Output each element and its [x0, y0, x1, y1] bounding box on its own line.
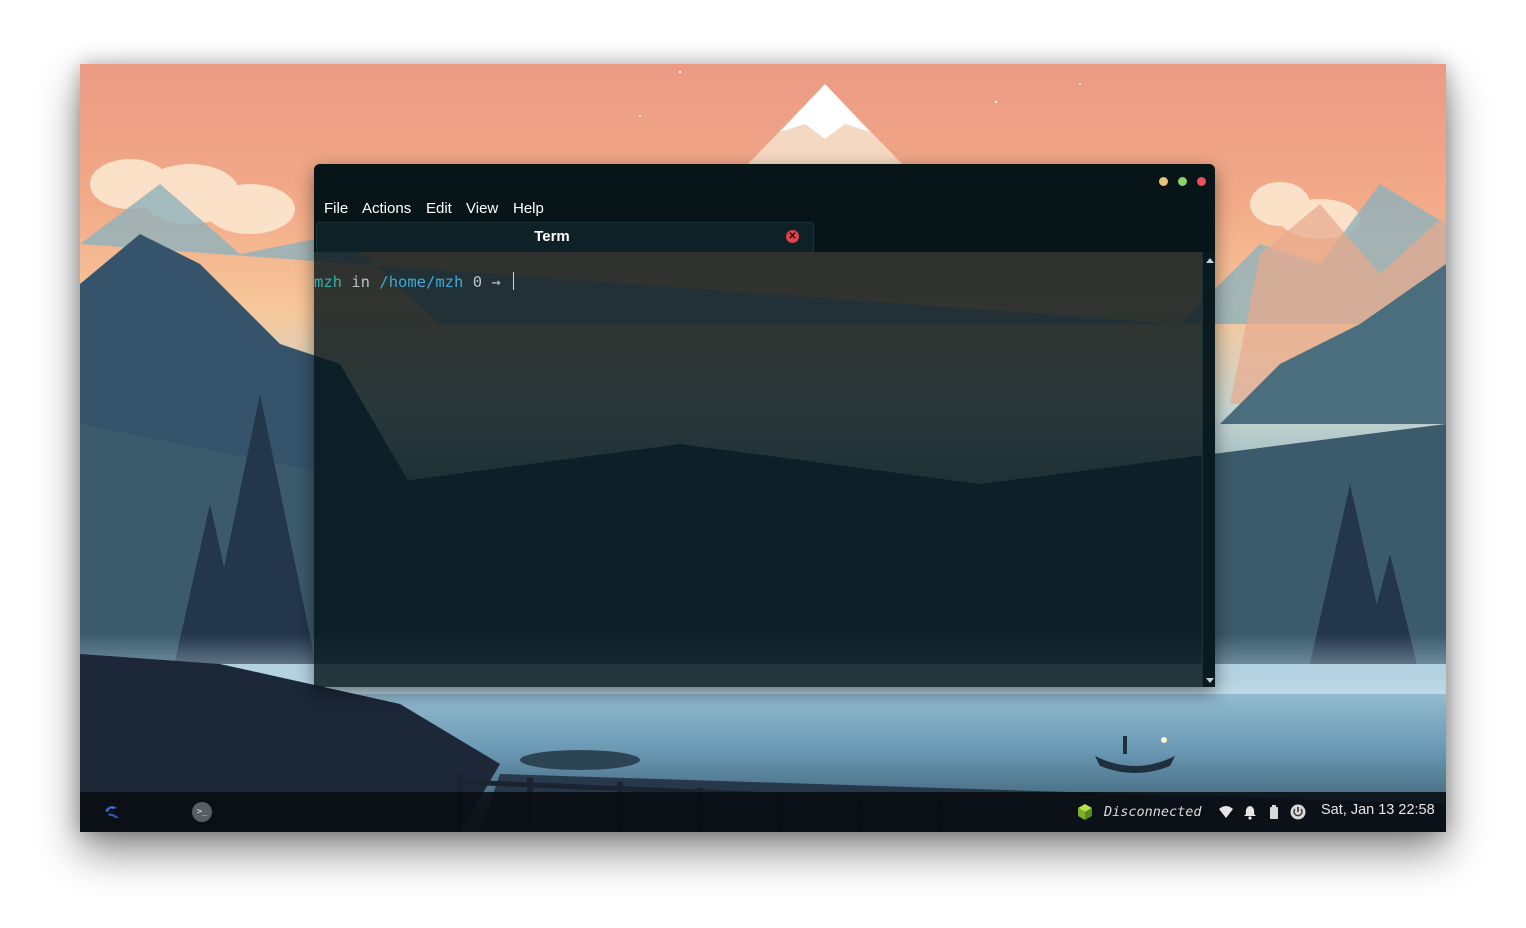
tab-term[interactable]: Term ✕ — [316, 222, 814, 252]
menu-help[interactable]: Help — [513, 200, 544, 217]
desktop-screen: File Actions Edit View Help Term ✕ mzh i… — [80, 64, 1446, 832]
terminal-scrollbar[interactable] — [1202, 252, 1215, 687]
minimize-button[interactable] — [1159, 177, 1168, 186]
prompt-in: in — [351, 273, 371, 291]
app-launcher-icon[interactable] — [102, 802, 122, 822]
menu-view[interactable]: View — [466, 200, 498, 217]
terminal-window: File Actions Edit View Help Term ✕ mzh i… — [314, 164, 1215, 687]
prompt-arrow-icon: → — [491, 273, 501, 291]
shell-prompt: mzh in /home/mzh 0 → — [314, 272, 514, 291]
scroll-up-arrow-icon[interactable] — [1206, 258, 1214, 263]
prompt-user: mzh — [314, 273, 342, 291]
maximize-button[interactable] — [1178, 177, 1187, 186]
network-status: Disconnected — [1104, 804, 1202, 820]
scroll-down-arrow-icon[interactable] — [1206, 678, 1214, 683]
terminal-launcher-icon[interactable]: >_ — [192, 802, 212, 822]
text-cursor — [512, 272, 514, 290]
menu-edit[interactable]: Edit — [426, 200, 452, 217]
prompt-path: /home/mzh — [379, 273, 464, 291]
tab-close-icon[interactable]: ✕ — [786, 230, 799, 243]
notification-bell-icon[interactable] — [1242, 804, 1258, 820]
menu-actions[interactable]: Actions — [362, 200, 411, 217]
menu-file[interactable]: File — [324, 200, 348, 217]
menu-bar: File Actions Edit View Help — [314, 196, 1215, 222]
clock[interactable]: Sat, Jan 13 22:58 — [1321, 802, 1435, 818]
prompt-exit-code: 0 — [472, 273, 483, 291]
terminal-output[interactable]: mzh in /home/mzh 0 → — [314, 252, 1202, 687]
network-manager-icon[interactable] — [1076, 803, 1094, 821]
close-window-button[interactable] — [1197, 177, 1206, 186]
power-icon[interactable] — [1290, 804, 1306, 820]
taskbar: >_ Disconnected Sat, Jan 13 22:58 — [80, 792, 1446, 832]
window-titlebar[interactable] — [314, 164, 1215, 196]
tab-bar: Term ✕ — [314, 222, 1215, 252]
tab-label: Term — [534, 228, 570, 245]
wifi-icon[interactable] — [1218, 804, 1234, 820]
clipboard-icon[interactable] — [1266, 804, 1282, 820]
